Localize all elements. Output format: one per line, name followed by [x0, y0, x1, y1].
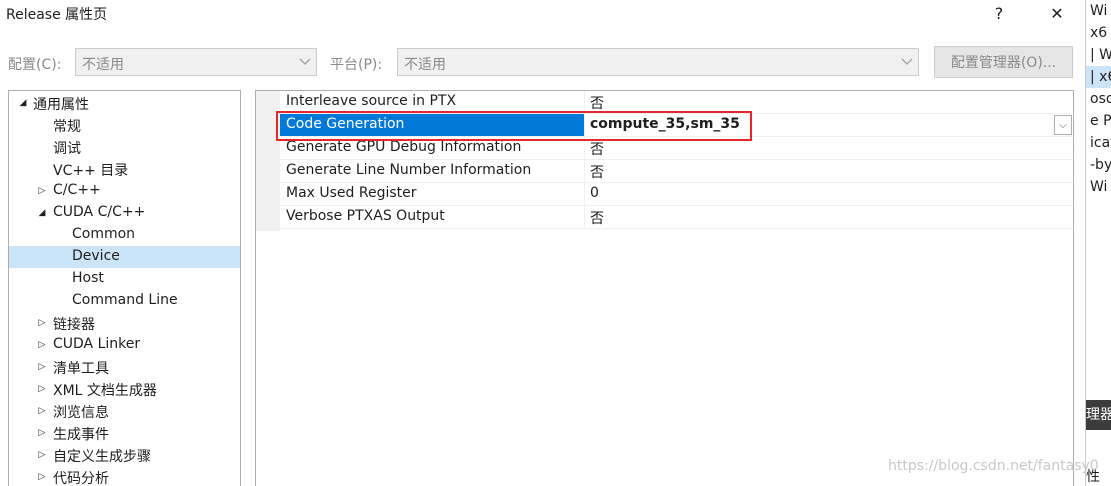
- tree-item-label: C/C++: [53, 182, 101, 198]
- expand-arrow-icon[interactable]: ▷: [36, 315, 48, 331]
- tree-item-label: CUDA Linker: [53, 336, 141, 352]
- property-tree[interactable]: ◢ 通用属性 常规 调试 VC++ 目录 ▷ C/C++ ◢ CUDA C/C++ Common D…: [8, 90, 241, 486]
- background-text-line: | W: [1090, 47, 1111, 63]
- tree-item-label: 链接器: [53, 317, 95, 333]
- property-name: Interleave source in PTX: [280, 91, 585, 113]
- property-row[interactable]: Verbose PTXAS Output 否: [280, 206, 1073, 229]
- property-name: Code Generation: [280, 114, 585, 136]
- background-text-line: Wi: [1090, 3, 1108, 19]
- tree-item-label: Host: [72, 270, 104, 286]
- property-value[interactable]: 否: [586, 91, 604, 113]
- expand-arrow-icon[interactable]: ▷: [36, 469, 48, 485]
- property-name: Max Used Register: [280, 183, 585, 205]
- background-text-line: x6: [1090, 25, 1108, 41]
- background-window: Wix6| W| x6osoe Picat-byWi 理器 性: [1085, 0, 1111, 486]
- background-text-line: -by: [1090, 157, 1111, 173]
- tree-item[interactable]: ▷ 浏览信息: [9, 400, 240, 422]
- background-dark-text: 理器: [1086, 407, 1111, 423]
- property-value[interactable]: compute_35,sm_35: [586, 114, 740, 136]
- background-text-line: Wi: [1090, 179, 1108, 195]
- tree-item-label: Common: [72, 226, 136, 242]
- background-text-line: | x6: [1090, 69, 1111, 85]
- property-name: Generate GPU Debug Information: [280, 137, 585, 159]
- tree-item-label: 生成事件: [53, 427, 109, 443]
- property-row[interactable]: Generate GPU Debug Information 否: [280, 137, 1073, 160]
- tree-item-label: 清单工具: [53, 361, 109, 377]
- configuration-manager-button[interactable]: 配置管理器(O)...: [934, 46, 1073, 78]
- tree-item-label: 浏览信息: [53, 405, 109, 421]
- config-select-value: 不适用: [82, 57, 124, 73]
- expand-arrow-icon[interactable]: ▷: [36, 359, 48, 375]
- property-name: Verbose PTXAS Output: [280, 206, 585, 228]
- tree-item-label: XML 文档生成器: [53, 383, 157, 399]
- platform-select[interactable]: 不适用: [397, 48, 919, 76]
- tree-item[interactable]: Command Line: [9, 290, 240, 312]
- watermark: https://blog.csdn.net/fantasy0: [888, 458, 1099, 474]
- property-row[interactable]: Max Used Register 0: [280, 183, 1073, 206]
- tree-item[interactable]: Host: [9, 268, 240, 290]
- collapse-arrow-icon[interactable]: ◢: [17, 95, 29, 111]
- tree-item[interactable]: ▷ 自定义生成步骤: [9, 444, 240, 466]
- tree-item[interactable]: VC++ 目录: [9, 158, 240, 180]
- property-grid: Interleave source in PTX 否 Code Generation…: [255, 90, 1074, 486]
- tree-item[interactable]: 调试: [9, 136, 240, 158]
- expand-arrow-icon[interactable]: ▷: [36, 447, 48, 463]
- tree-item[interactable]: Device: [9, 246, 240, 268]
- tree-item[interactable]: ▷ C/C++: [9, 180, 240, 202]
- config-select[interactable]: 不适用: [75, 48, 317, 76]
- tree-item-label: Device: [72, 248, 120, 264]
- property-pages-dialog: Release 属性页 ? ✕ 配置(C): 不适用 平台(P): 不适用 配置…: [0, 0, 1085, 486]
- close-button[interactable]: ✕: [1034, 0, 1080, 26]
- window-title: Release 属性页: [6, 7, 108, 23]
- property-value[interactable]: 否: [586, 160, 604, 182]
- tree-item[interactable]: ◢ 通用属性: [9, 92, 240, 114]
- titlebar: Release 属性页 ? ✕: [0, 0, 1085, 26]
- background-text-line: icat: [1090, 135, 1111, 151]
- property-row[interactable]: Generate Line Number Information 否: [280, 160, 1073, 183]
- config-label: 配置(C):: [8, 57, 62, 73]
- tree-item-label: Command Line: [72, 292, 178, 308]
- tree-item[interactable]: Common: [9, 224, 240, 246]
- expand-arrow-icon[interactable]: ▷: [36, 425, 48, 441]
- tree-item[interactable]: ▷ 生成事件: [9, 422, 240, 444]
- tree-item[interactable]: ◢ CUDA C/C++: [9, 202, 240, 224]
- property-value[interactable]: 0: [586, 183, 599, 205]
- tree-item[interactable]: ▷ 清单工具: [9, 356, 240, 378]
- tree-item-label: 代码分析: [53, 471, 109, 486]
- background-text-line: oso: [1090, 91, 1111, 107]
- tree-item-label: 自定义生成步骤: [53, 449, 151, 465]
- platform-select-value: 不适用: [404, 57, 446, 73]
- chevron-down-icon: [900, 53, 914, 71]
- platform-label: 平台(P):: [330, 57, 383, 73]
- property-row[interactable]: Interleave source in PTX 否: [280, 91, 1073, 114]
- tree-item[interactable]: ▷ 代码分析: [9, 466, 240, 486]
- tree-item[interactable]: ▷ CUDA Linker: [9, 334, 240, 356]
- grid-margin: [256, 91, 280, 231]
- property-value[interactable]: 否: [586, 206, 604, 228]
- background-text-line: e P: [1090, 113, 1111, 129]
- help-button[interactable]: ?: [976, 0, 1022, 26]
- tree-item[interactable]: 常规: [9, 114, 240, 136]
- expand-arrow-icon[interactable]: ▷: [36, 337, 48, 353]
- tree-item-label: 调试: [53, 141, 81, 157]
- tree-item[interactable]: ▷ 链接器: [9, 312, 240, 334]
- tree-item[interactable]: ▷ XML 文档生成器: [9, 378, 240, 400]
- collapse-arrow-icon[interactable]: ◢: [36, 205, 48, 221]
- expand-arrow-icon[interactable]: ▷: [36, 403, 48, 419]
- property-name: Generate Line Number Information: [280, 160, 585, 182]
- tree-item-label: VC++ 目录: [53, 163, 129, 179]
- tree-item-label: 通用属性: [33, 97, 89, 113]
- expand-arrow-icon[interactable]: ▷: [36, 381, 48, 397]
- chevron-down-icon: [298, 53, 312, 71]
- property-value[interactable]: 否: [586, 137, 604, 159]
- tree-item-label: 常规: [53, 119, 81, 135]
- expand-arrow-icon[interactable]: ▷: [36, 183, 48, 199]
- chevron-down-icon[interactable]: ⌵: [1054, 115, 1072, 135]
- property-row[interactable]: Code Generation compute_35,sm_35 ⌵: [280, 114, 1073, 137]
- tree-item-label: CUDA C/C++: [53, 204, 146, 220]
